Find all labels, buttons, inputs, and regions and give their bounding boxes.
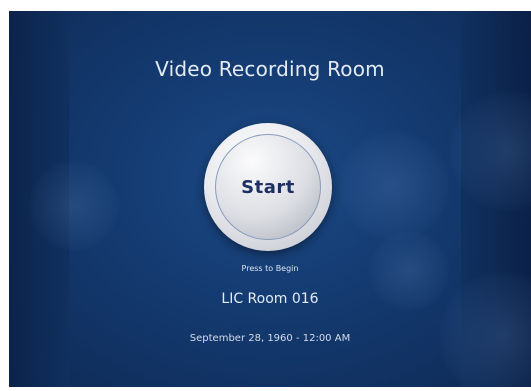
- recording-room-screen: Video Recording Room Start Press to Begi…: [9, 11, 531, 387]
- start-button-face[interactable]: Start: [215, 134, 321, 240]
- start-button-label: Start: [241, 176, 295, 198]
- background-bokeh: [439, 271, 531, 387]
- start-button[interactable]: Start: [204, 123, 332, 251]
- date-time: September 28, 1960 - 12:00 AM: [189, 333, 351, 344]
- page-title: Video Recording Room: [155, 57, 385, 81]
- press-to-begin-hint: Press to Begin: [241, 264, 299, 273]
- background-bokeh: [29, 161, 119, 251]
- background-bokeh: [339, 131, 449, 241]
- room-name: LIC Room 016: [221, 291, 319, 307]
